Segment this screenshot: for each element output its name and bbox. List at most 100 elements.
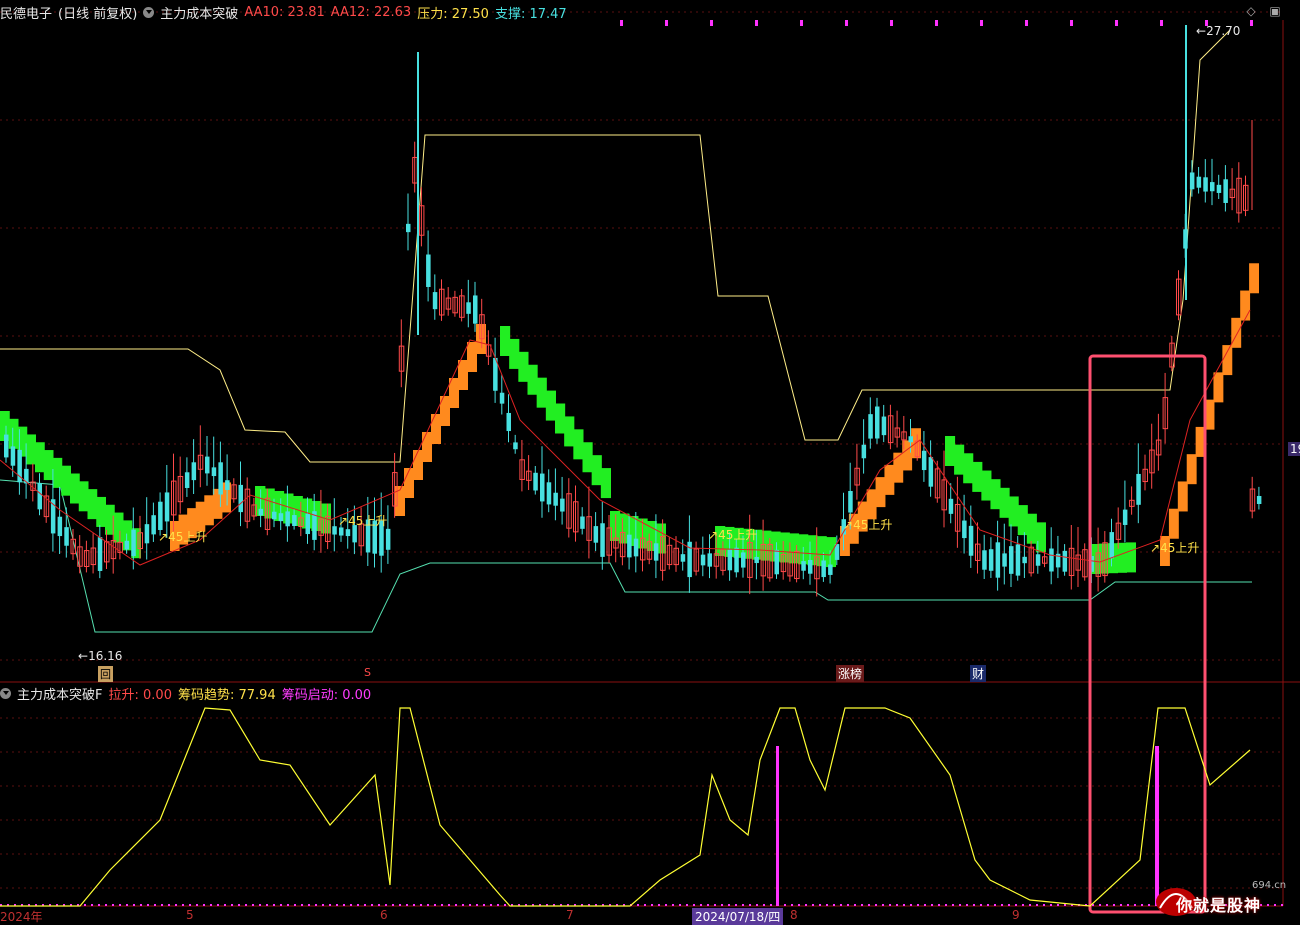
candle-body	[680, 554, 686, 562]
candle-body	[1015, 544, 1021, 576]
cost-band-block	[564, 416, 575, 447]
rise-label: ↗45上升	[708, 528, 758, 542]
box-marker[interactable]: 回	[98, 666, 113, 682]
x-axis-label: 6	[380, 908, 388, 922]
candle-body	[466, 302, 471, 314]
rise-label: ↗45上升	[338, 514, 388, 528]
candle-body	[1122, 509, 1128, 525]
candle-body	[875, 406, 880, 439]
candle-body	[272, 511, 277, 520]
candle-body	[278, 513, 284, 522]
candle-body	[988, 549, 994, 571]
indicator-name[interactable]: 主力成本突破	[160, 3, 238, 22]
candle-body	[1210, 182, 1215, 192]
cost-band-block	[1186, 454, 1197, 485]
cost-band-block	[1168, 508, 1179, 539]
sub-indicator-name[interactable]: 主力成本突破F	[17, 684, 102, 703]
dropdown-icon[interactable]	[143, 6, 155, 18]
aa12-value: 22.63	[373, 4, 412, 20]
cost-band-block	[582, 442, 593, 473]
candle-body	[292, 515, 297, 526]
kline-chart[interactable]	[0, 0, 1300, 922]
candle-body	[1062, 550, 1068, 572]
candle-body	[97, 537, 103, 571]
start-bar	[776, 746, 779, 906]
candle-body	[741, 552, 746, 568]
cost-band-block	[545, 390, 556, 421]
cost-band-block	[43, 450, 54, 481]
cost-band-block	[945, 436, 956, 466]
diamond-icon[interactable]: ◇	[1244, 4, 1258, 18]
candle-body	[144, 524, 150, 544]
candle-body	[754, 556, 759, 564]
signal-tick	[845, 20, 848, 26]
candle-body	[345, 529, 351, 537]
cost-band-block	[96, 496, 106, 527]
candle-body	[184, 472, 190, 488]
x-axis-label: 8	[790, 908, 798, 922]
candle-body	[1109, 532, 1114, 559]
candle-body	[821, 560, 826, 578]
candle-body	[948, 498, 954, 514]
cost-band-block	[431, 414, 441, 444]
candle-body	[258, 508, 264, 516]
cost-band-block	[1222, 345, 1233, 376]
x-axis-label: 7	[566, 908, 574, 922]
candle-body	[801, 561, 806, 571]
start-label: 筹码启动: 0.00	[281, 687, 372, 703]
candle-body	[285, 511, 290, 527]
candle-body	[700, 554, 706, 566]
cost-band-block	[458, 360, 468, 390]
signal-tick	[1160, 20, 1163, 26]
candle-body	[1009, 546, 1014, 574]
candle-body	[158, 501, 163, 531]
candle-body	[881, 416, 887, 436]
sub-dropdown-icon[interactable]	[0, 687, 11, 699]
period-label[interactable]: (日线 前复权)	[58, 3, 137, 22]
cost-band-block	[866, 489, 877, 520]
candle-body	[406, 223, 411, 233]
candle-body	[385, 528, 391, 550]
signal-tick	[755, 20, 758, 26]
s-marker[interactable]: S	[364, 666, 371, 679]
signal-tick	[980, 20, 983, 26]
cost-band-block	[87, 489, 98, 520]
candle-body	[164, 492, 170, 522]
candle-body	[1022, 556, 1027, 564]
candle-body	[928, 457, 934, 487]
candle-body	[1223, 179, 1228, 203]
cost-band-block	[600, 468, 611, 499]
candle-body	[968, 525, 974, 556]
candle-body	[546, 482, 552, 505]
limit-up-marker[interactable]: 涨榜	[836, 665, 865, 682]
candle-body	[868, 414, 873, 439]
cost-band-block	[972, 461, 983, 492]
candle-body	[225, 480, 230, 490]
candle-body	[513, 442, 518, 450]
candle-body	[593, 526, 599, 543]
candle-body	[908, 436, 913, 443]
cost-band-block	[981, 470, 992, 501]
stock-name[interactable]: 民德电子	[0, 3, 52, 22]
pressure-label: 压力: 27.50	[417, 6, 489, 22]
cost-band-block	[1249, 263, 1259, 294]
candle-body	[238, 484, 243, 513]
aa10-value: 23.81	[287, 4, 325, 20]
candle-body	[473, 295, 478, 324]
cost-band-block	[509, 338, 520, 369]
rise-label: ↗45上升	[1150, 541, 1200, 555]
candle-body	[580, 516, 585, 529]
cost-band-block	[573, 429, 584, 460]
candle-body	[653, 543, 659, 561]
signal-tick	[1115, 20, 1118, 26]
aa12-label: AA12: 22.63	[330, 4, 412, 20]
candle-body	[848, 491, 853, 513]
square-icon[interactable]: ▣	[1268, 4, 1282, 18]
candle-body	[727, 549, 733, 571]
finance-marker[interactable]: 财	[970, 665, 987, 682]
candle-body	[124, 540, 130, 550]
cost-band-block	[954, 444, 965, 475]
cost-band-block	[518, 351, 529, 382]
pull-label: 拉升: 0.00	[108, 687, 172, 703]
high-price-label: ←27.70	[1196, 24, 1241, 38]
